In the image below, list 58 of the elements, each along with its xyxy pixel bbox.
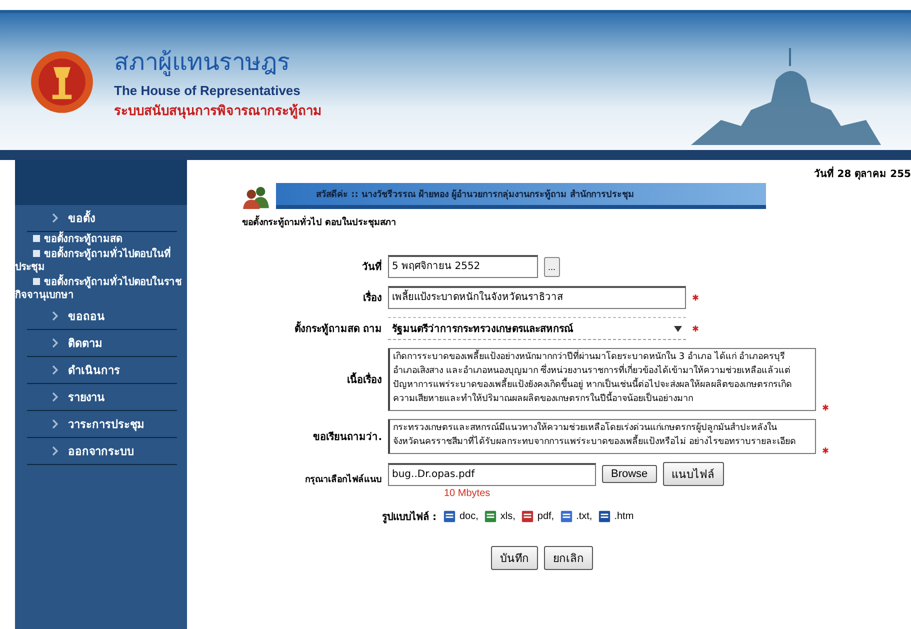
square-bullet-icon: [33, 250, 40, 257]
attach-button[interactable]: แนบไฟล์: [662, 462, 724, 486]
sidebar-menu-item[interactable]: ติดตาม: [27, 330, 177, 357]
sidebar-menu-item[interactable]: วาระการประชุม: [27, 411, 177, 438]
chevron-icon: [52, 213, 58, 223]
chevron-icon: [52, 365, 58, 375]
file-icon: [484, 510, 498, 523]
date-field[interactable]: 5 พฤศจิกายน 2552: [388, 255, 538, 278]
sidebar-menu-item[interactable]: ขอถอน: [27, 303, 177, 330]
addressee-dropdown[interactable]: รัฐมนตรีว่าการกระทรวงเกษตรและสหกรณ์: [388, 317, 686, 340]
field-label: เนื้อเรื่อง: [242, 372, 382, 387]
file-type-text: doc,: [459, 511, 478, 522]
chevron-icon: [52, 392, 58, 402]
size-limit-text: 10 Mbytes: [444, 488, 490, 499]
chevron-icon: [52, 311, 58, 321]
square-bullet-icon: [33, 278, 40, 285]
square-bullet-icon: [33, 235, 40, 242]
current-date: วันที่ 28 ตุลาคม 255: [242, 160, 911, 181]
chevron-icon: [52, 446, 58, 456]
site-subtitle: The House of Representatives: [114, 83, 302, 98]
emblem-logo: [30, 50, 94, 114]
cancel-button[interactable]: ยกเลิก: [544, 546, 593, 570]
subject-field[interactable]: เพลี้ยแป้งระบาดหนักในจังหวัดนราธิวาส: [388, 286, 686, 309]
sidebar-submenu-item[interactable]: ขอตั้งกระทู้ถามสด: [15, 232, 187, 247]
chevron-icon: [52, 419, 58, 429]
users-icon: [242, 185, 270, 209]
body-text-area[interactable]: เกิดการระบาดของเพลี้ยแป้งอย่างหนักมากกว่าปีที่ผ่านมาโดยระบาดหนักใน 3 อำเภอ ได้แก่ อำเภอครบุรี อำเภอเสิงสาง และอำเภอหนองบุญมาก ซึ่งหน่วยงานราชการที่เกี่ยวข้องได้เข้ามาให้ความช่วยเหลือแล้วแต่ปัญหาการแพร่ระบาดของเพลี้ยแป้งยังคงเกิดขึ้นอยู่ หากเป็นเช่นนี้ต่อไปจะส่งผลให้ผลผลิตของเกษตรกรเกิดความเสียหายและทำให้ปริมาณผลผลิตของเกษตรกรในปีนี้อาจน้อยเป็นอย่างมาก: [388, 348, 816, 411]
sidebar-submenu-item[interactable]: ขอตั้งกระทู้ถามทั่วไปตอบในที่ประชุม: [15, 247, 187, 275]
file-type-text: xls,: [500, 511, 516, 522]
field-label: วันที่: [242, 259, 382, 274]
file-type-text: pdf,: [537, 511, 554, 522]
sidebar-menu-item[interactable]: รายงาน: [27, 384, 177, 411]
file-icon: [560, 510, 574, 523]
sidebar-submenu-item[interactable]: ขอตั้งกระทู้ถามทั่วไปตอบในราชกิจจานุเบกษา: [15, 275, 187, 303]
sidebar-menu-item[interactable]: ดำเนินการ: [27, 357, 177, 384]
file-type-text: .htm: [614, 511, 634, 522]
field-label: กรุณาเลือกไฟล์แนบ: [304, 472, 382, 486]
save-button[interactable]: บันทึก: [491, 546, 538, 570]
chevron-icon: [52, 338, 58, 348]
sidebar-menu-item[interactable]: ขอตั้ง: [27, 205, 177, 232]
field-label: ตั้งกระทู้ถามสด ถาม: [242, 321, 382, 336]
file-field[interactable]: bug..Dr.opas.pdf: [388, 462, 596, 486]
sidebar-menu-item[interactable]: ออกจากระบบ: [27, 438, 177, 465]
caret-icon: [674, 326, 682, 332]
site-title: สภาผู้แทนราษฎร: [114, 47, 291, 78]
file-types-label: รูปแบบไฟล์ :: [382, 510, 436, 524]
page-title: ขอตั้งกระทู้ถามทั่วไป ตอบในประชุมสภา: [242, 215, 911, 229]
greeting-bar: สวัสดีค่ะ :: นางวัชรีวรรณ ฝ้ายทอง ผู้อำนวยการกลุ่มงานกระทู้ถาม สำนักการประชุม: [276, 183, 766, 209]
file-icon: [598, 510, 612, 523]
file-type-text: .txt,: [576, 511, 592, 522]
file-icon: [443, 510, 456, 523]
date-picker-button[interactable]: ...: [544, 256, 560, 276]
file-icon: [521, 510, 534, 523]
browse-button[interactable]: Browse: [602, 465, 657, 483]
system-name: ระบบสนับสนุนการพิจารณากระทู้ถาม: [114, 102, 322, 121]
field-label: ขอเรียนถามว่า.: [312, 430, 382, 444]
field-label: เรื่อง: [242, 290, 382, 305]
question-text-area[interactable]: กระทรวงเกษตรและสหกรณ์มีแนวทางให้ความช่วยเหลือโดยเร่งด่วนแก่เกษตรกรผู้ปลูกมันสำปะหลังในจังหวัดนครราชสีมาที่ได้รับผลกระทบจากการแพร่ระบาดของเพลี้ยแป้งหรือไม่ อย่างไรขอทราบรายละเอียด: [388, 419, 816, 454]
